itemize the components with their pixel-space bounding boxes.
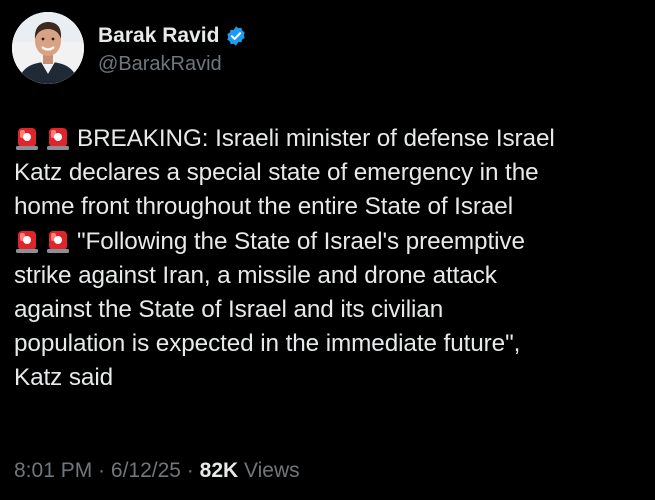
police-car-light-icon — [45, 228, 71, 254]
tweet-line-text: "Following the State of Israel's preempt… — [77, 227, 525, 255]
tweet-line-text: BREAKING: Israeli minister of defense Is… — [77, 125, 555, 152]
tweet-meta: 8:01 PM · 6/12/25 · 82K Views — [14, 459, 300, 483]
tweet-line: strike against Iran, a missile and drone… — [14, 261, 497, 289]
tweet-line: against the State of Israel and its civi… — [14, 296, 444, 324]
display-name[interactable]: Barak Ravid — [98, 24, 219, 48]
tweet-header: Barak Ravid @BarakRavid — [12, 10, 247, 86]
author-names: Barak Ravid @BarakRavid — [98, 21, 247, 76]
profile-photo — [12, 12, 84, 84]
police-car-light-icon — [14, 125, 40, 151]
meta-separator: · — [92, 459, 111, 482]
verified-badge-icon[interactable] — [225, 25, 247, 47]
tweet-line: home front throughout the entire State o… — [14, 193, 513, 221]
tweet-date[interactable]: 6/12/25 — [111, 459, 181, 482]
tweet-text: BREAKING: Israeli minister of defense Is… — [14, 122, 644, 396]
avatar[interactable] — [12, 12, 84, 84]
tweet-line: population is expected in the immediate … — [14, 330, 521, 358]
tweet-line: Katz declares a special state of emergen… — [14, 159, 539, 187]
tweet-time[interactable]: 8:01 PM — [14, 459, 92, 482]
views-count[interactable]: 82K — [200, 459, 239, 482]
display-name-row: Barak Ravid — [98, 21, 247, 51]
tweet-line: Katz said — [14, 364, 114, 392]
views-label: Views — [238, 459, 300, 482]
handle[interactable]: @BarakRavid — [98, 53, 247, 76]
tweet-line: "Following the State of Israel's preempt… — [14, 225, 644, 259]
tweet-line: BREAKING: Israeli minister of defense Is… — [14, 122, 644, 156]
police-car-light-icon — [45, 125, 71, 151]
police-car-light-icon — [14, 228, 40, 254]
meta-separator: · — [180, 459, 200, 482]
